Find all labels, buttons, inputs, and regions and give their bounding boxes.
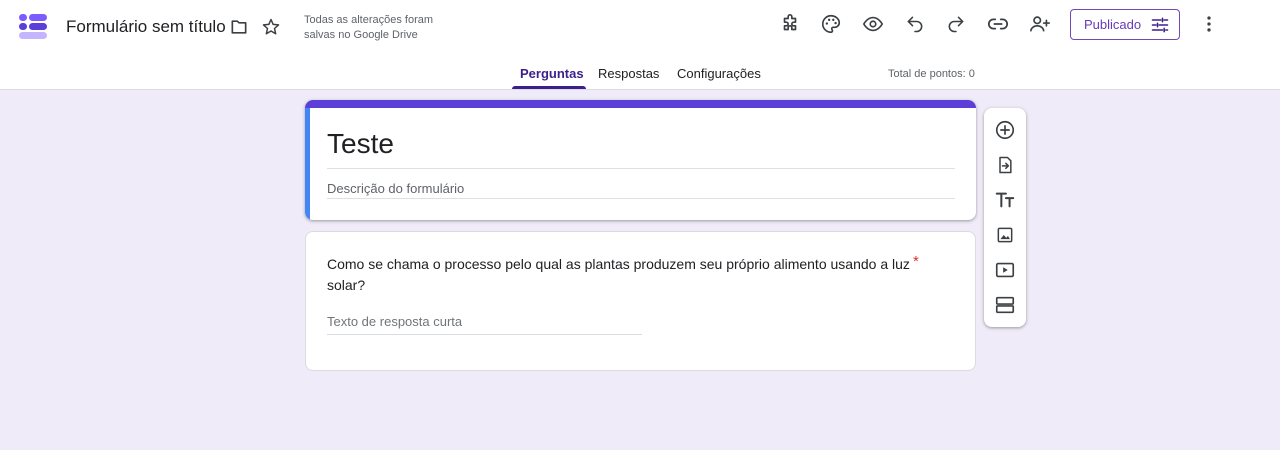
folder-icon[interactable] [228,16,250,38]
top-header: Formulário sem título Todas as alteraçõe… [0,0,1280,90]
forms-logo-icon[interactable] [18,12,48,42]
form-title-card[interactable]: Teste Descrição do formulário [305,100,976,220]
form-description-input[interactable]: Descrição do formulário [327,181,464,196]
add-collaborator-icon[interactable] [1027,11,1053,37]
palette-icon[interactable] [818,11,844,37]
form-tabs: Perguntas Respostas Configurações Total … [0,58,1280,90]
tab-perguntas[interactable]: Perguntas [520,66,584,81]
question-title[interactable]: Como se chama o processo pelo qual as pl… [327,254,917,296]
save-status: Todas as alterações foram salvas no Goog… [304,14,434,41]
add-question-icon[interactable] [993,118,1017,142]
add-title-icon[interactable] [993,188,1017,212]
active-card-indicator [305,108,310,220]
description-divider [327,198,955,199]
link-icon[interactable] [985,11,1011,37]
required-asterisk: * [913,253,919,270]
add-image-icon[interactable] [993,223,1017,247]
theme-color-bar [305,100,976,108]
add-section-icon[interactable] [993,293,1017,317]
question-card[interactable]: Como se chama o processo pelo qual as pl… [305,231,976,371]
redo-icon[interactable] [943,11,969,37]
tab-configuracoes[interactable]: Configurações [677,66,761,81]
form-title-input[interactable]: Teste [327,128,394,160]
short-answer-underline [327,334,642,335]
undo-icon[interactable] [902,11,928,37]
import-questions-icon[interactable] [993,153,1017,177]
tune-icon [1150,15,1170,40]
add-video-icon[interactable] [993,258,1017,282]
more-vert-icon[interactable] [1196,11,1222,37]
star-icon[interactable] [260,16,282,38]
document-title[interactable]: Formulário sem título [66,17,226,37]
publish-label: Publicado [1084,17,1142,32]
preview-eye-icon[interactable] [860,11,886,37]
short-answer-placeholder: Texto de resposta curta [327,314,463,329]
title-divider [327,168,955,169]
addon-puzzle-icon[interactable] [777,11,803,37]
publish-button[interactable]: Publicado [1070,9,1180,40]
active-tab-indicator [512,86,586,89]
tab-respostas[interactable]: Respostas [598,66,659,81]
question-side-toolbar [984,108,1026,327]
total-points: Total de pontos: 0 [888,68,975,80]
